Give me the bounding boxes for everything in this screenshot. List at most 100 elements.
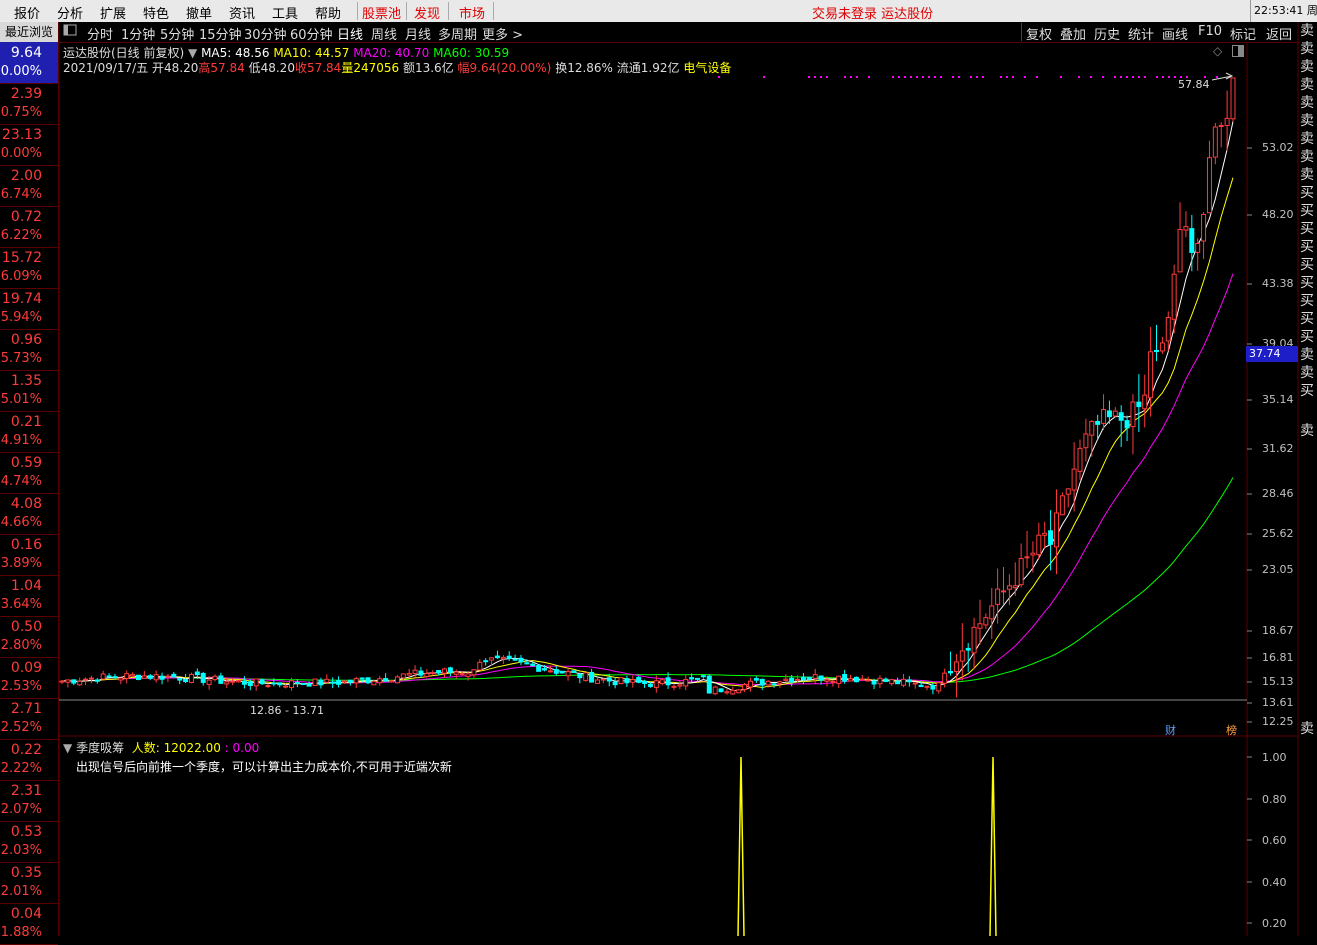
sell-signal: 卖 <box>1300 149 1314 165</box>
candle-body <box>1065 488 1071 495</box>
signal-dot <box>1162 76 1164 78</box>
indicator-people: 人数: 12022.00 <box>131 741 221 755</box>
candle-body <box>671 685 677 688</box>
candle-body <box>283 685 289 688</box>
candle-body <box>341 680 347 683</box>
price-axis-label: 31.62 <box>1262 442 1294 455</box>
candle-body <box>1212 126 1218 158</box>
candle-body <box>424 673 430 677</box>
candle-body <box>777 681 783 684</box>
candle-body <box>59 680 65 683</box>
signal-dot <box>1024 76 1026 78</box>
candle-body <box>459 673 465 676</box>
indicator-name[interactable]: 季度吸筹 <box>76 741 124 755</box>
candle-body <box>759 678 765 686</box>
candle-body <box>936 682 942 692</box>
candle-body <box>818 675 824 681</box>
candle-body <box>877 677 883 685</box>
signal-dot <box>1156 76 1158 78</box>
crosshair-price-tag: 37.74 <box>1246 346 1298 362</box>
price-axis-label: 12.25 <box>1262 715 1294 728</box>
sell-signal: 卖 <box>1300 131 1314 147</box>
signal-dot <box>1078 76 1080 78</box>
candle-body <box>171 673 177 678</box>
candle-body <box>1171 273 1177 320</box>
candle-body <box>494 655 500 659</box>
signal-dot <box>1174 76 1176 78</box>
candle-body <box>912 682 918 685</box>
candle-body <box>594 679 600 684</box>
indicator-axis-label: 0.80 <box>1262 793 1287 806</box>
buy-signal: 买 <box>1300 311 1314 327</box>
candle-body <box>783 678 789 681</box>
candle-body <box>1218 125 1224 128</box>
indicator-dropdown-icon[interactable]: ▼ <box>63 741 72 755</box>
candle-body <box>589 671 595 683</box>
candle-body <box>465 673 471 677</box>
candle-body <box>277 682 283 686</box>
candle-body <box>718 688 724 693</box>
candle-body <box>1201 214 1207 242</box>
candle-body <box>795 678 801 681</box>
candle-body <box>1006 585 1012 590</box>
candle-body <box>330 681 336 684</box>
sell-signal: 卖 <box>1300 23 1314 39</box>
signal-dot <box>982 76 984 78</box>
candle-body <box>106 675 112 678</box>
candle-body <box>94 679 100 682</box>
candle-body <box>1071 468 1077 491</box>
sell-signal: 卖 <box>1300 41 1314 57</box>
candle-body <box>577 673 583 679</box>
candle-body <box>324 678 330 683</box>
candle-body <box>159 675 165 680</box>
candle-body <box>412 669 418 674</box>
ma60-line <box>61 477 1234 683</box>
sell-signal: 卖 <box>1300 347 1314 363</box>
candle-body <box>1089 420 1095 436</box>
candle-body <box>1130 401 1136 428</box>
candle-body <box>700 675 706 678</box>
indicator-spike <box>737 756 745 936</box>
signal-dot <box>1138 76 1140 78</box>
candle-body <box>989 605 995 620</box>
candle-body <box>135 674 141 681</box>
price-axis-label: 18.67 <box>1262 624 1294 637</box>
candle-body <box>612 681 618 686</box>
candle-body <box>659 679 665 685</box>
candle-body <box>389 680 395 683</box>
signal-dot <box>922 76 924 78</box>
rank-marker[interactable]: 榜 <box>1226 722 1237 738</box>
signal-dot <box>910 76 912 78</box>
candle-body <box>394 676 400 684</box>
candle-body <box>1142 394 1148 410</box>
candle-body <box>1036 534 1042 556</box>
candle-body <box>194 671 200 676</box>
candle-body <box>1189 228 1195 253</box>
price-axis-label: 53.02 <box>1262 141 1294 154</box>
signal-dot <box>826 76 828 78</box>
signal-dot <box>1000 76 1002 78</box>
signal-column: 卖卖卖卖卖卖卖卖卖买买买买买买买买买卖卖买卖卖 <box>1299 22 1317 936</box>
candle-body <box>206 679 212 685</box>
candle-body <box>236 680 242 683</box>
candle-body <box>647 683 653 687</box>
candle-body <box>1195 243 1201 253</box>
signal-dot <box>952 76 954 78</box>
candle-body <box>430 672 436 675</box>
signal-dot <box>1102 76 1104 78</box>
finance-marker[interactable]: 财 <box>1165 722 1176 738</box>
signal-dot <box>1168 76 1170 78</box>
indicator-value: : 0.00 <box>224 741 260 755</box>
buy-signal: 买 <box>1300 203 1314 219</box>
candle-body <box>600 678 606 681</box>
kline-chart[interactable] <box>0 0 1317 936</box>
signal-dot <box>904 76 906 78</box>
candle-body <box>1106 410 1112 418</box>
candle-body <box>747 680 753 688</box>
candle-body <box>583 672 589 681</box>
buy-signal: 买 <box>1300 239 1314 255</box>
ma10-line <box>61 177 1234 688</box>
candle-body <box>512 658 518 661</box>
candle-body <box>930 685 936 690</box>
candle-body <box>559 670 565 674</box>
